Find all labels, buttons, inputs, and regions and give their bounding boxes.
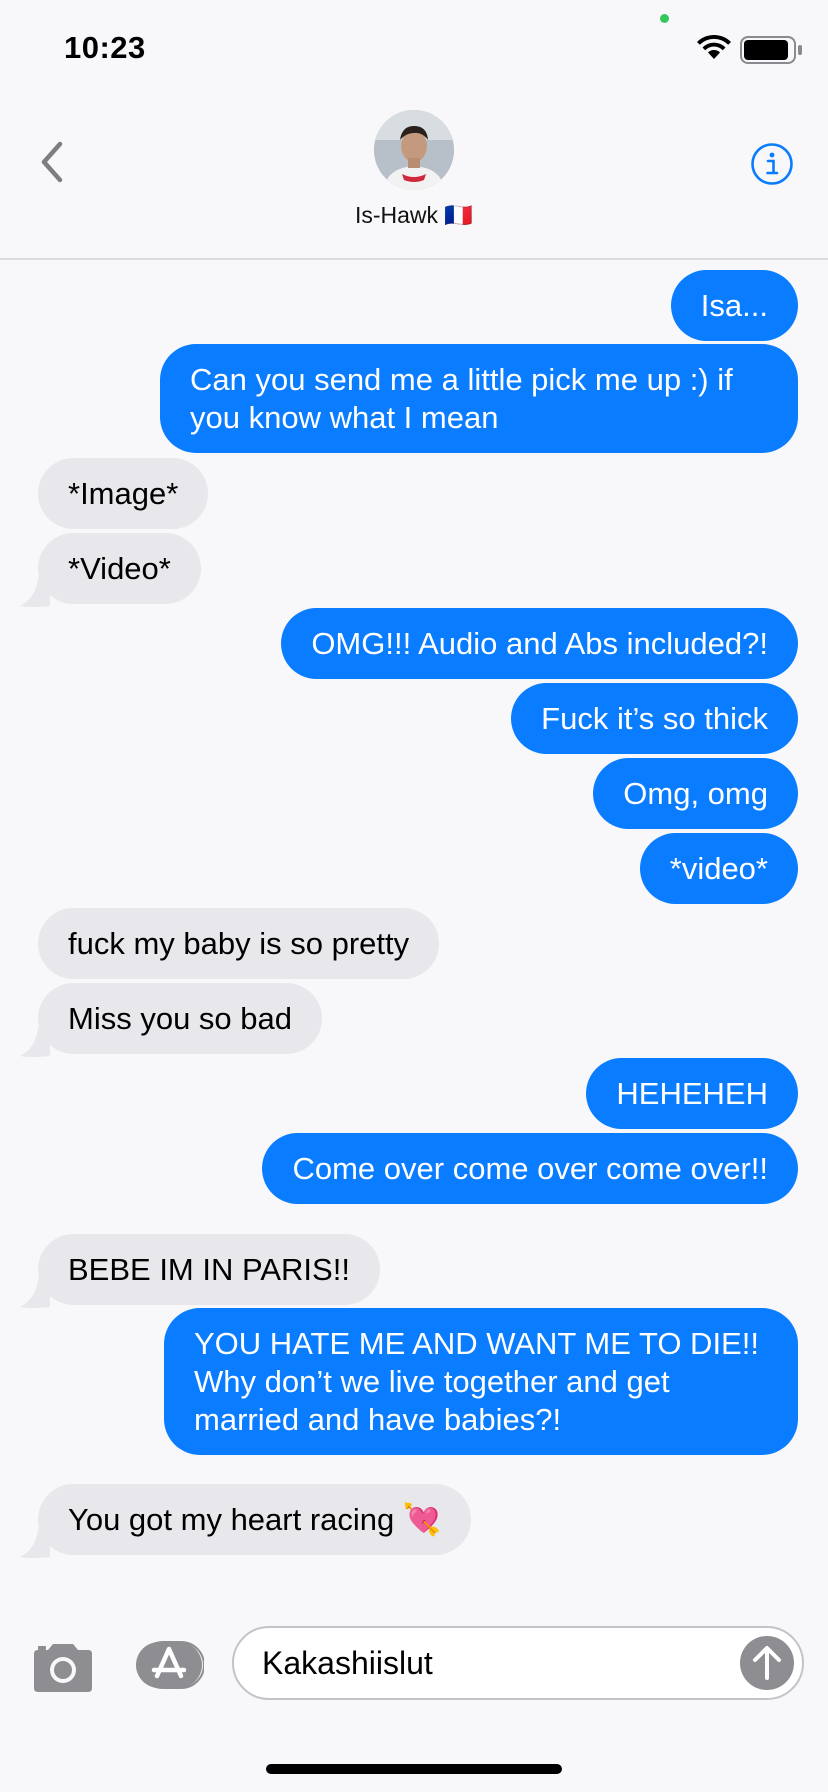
message-bubble-outgoing[interactable]: Can you send me a little pick me up :) i… [160, 344, 798, 453]
message-bubble-incoming[interactable]: You got my heart racing 💘 [38, 1484, 472, 1555]
contact-name[interactable]: Is-Hawk 🇫🇷 [0, 202, 828, 229]
home-indicator[interactable] [266, 1764, 562, 1774]
message-bubble-outgoing[interactable]: *video* [639, 833, 798, 904]
bubble-tail [20, 1279, 50, 1308]
message-bubble-outgoing[interactable]: YOU HATE ME AND WANT ME TO DIE!! Why don… [164, 1308, 798, 1455]
message-input-field[interactable] [232, 1626, 804, 1700]
status-time: 10:23 [64, 30, 146, 65]
message-bubble-outgoing[interactable]: OMG!!! Audio and Abs included?! [281, 608, 798, 679]
message-bubble-incoming[interactable]: BEBE IM IN PARIS!! [38, 1234, 380, 1305]
message-bubble-outgoing[interactable]: HEHEHEH [586, 1058, 798, 1129]
info-icon[interactable] [750, 142, 794, 186]
message-bubble-outgoing[interactable]: Omg, omg [593, 758, 798, 829]
message-bubble-incoming[interactable]: Miss you so bad [38, 983, 322, 1054]
bubble-tail [20, 1529, 50, 1558]
bubble-tail [20, 1028, 50, 1057]
bubble-tail [20, 578, 50, 607]
status-bar: 10:23 [0, 0, 828, 88]
battery-icon [740, 36, 802, 64]
compose-bar [0, 1608, 828, 1708]
message-bubble-outgoing[interactable]: Come over come over come over!! [262, 1133, 798, 1204]
message-bubble-incoming[interactable]: fuck my baby is so pretty [38, 908, 440, 979]
wifi-icon [697, 34, 731, 59]
conversation-header: Is-Hawk 🇫🇷 [0, 88, 828, 260]
camera-icon[interactable] [30, 1642, 96, 1694]
contact-avatar[interactable] [374, 110, 454, 190]
message-bubble-outgoing[interactable]: Isa... [670, 270, 798, 341]
message-bubble-incoming[interactable]: *Video* [38, 533, 201, 604]
privacy-indicator [660, 14, 669, 23]
back-chevron-icon[interactable] [36, 140, 68, 184]
message-bubble-incoming[interactable]: *Image* [38, 458, 209, 529]
message-input[interactable] [262, 1642, 702, 1684]
message-bubble-outgoing[interactable]: Fuck it’s so thick [511, 683, 798, 754]
send-button[interactable] [738, 1634, 796, 1692]
app-store-icon[interactable] [136, 1640, 204, 1690]
